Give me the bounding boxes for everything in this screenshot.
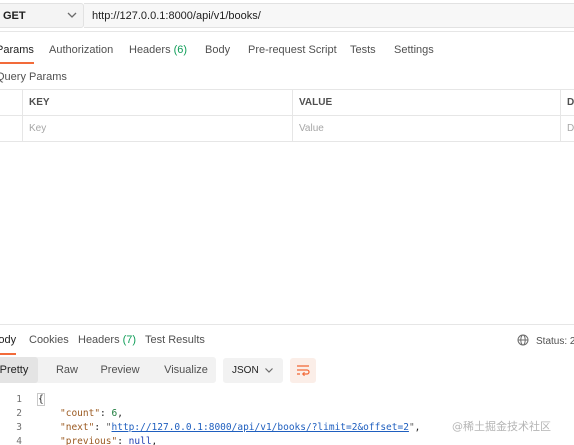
open-brace: { [37, 393, 45, 406]
tab-test-results[interactable]: Test Results [145, 331, 205, 355]
code-line: { [37, 393, 45, 406]
tab-settings[interactable]: Settings [394, 38, 434, 64]
method-select[interactable]: GET [0, 3, 84, 28]
description-input[interactable]: D [560, 116, 574, 142]
request-bar: GET http://127.0.0.1:8000/api/v1/books/ [0, 0, 574, 32]
response-toolbar: Pretty Raw Preview Visualize JSON [0, 357, 574, 385]
tab-response-headers-label: Headers [78, 334, 120, 346]
value-input[interactable]: Value [292, 116, 560, 142]
json-number: 6 [111, 408, 118, 419]
json-link[interactable]: http://127.0.0.1:8000/api/v1/books/?limi… [112, 422, 409, 433]
wrap-lines-icon [297, 365, 310, 377]
headers-count-badge: (6) [173, 44, 188, 56]
query-params-table: KEY VALUE DE Key Value D [0, 89, 574, 142]
view-mode-switch: Pretty Raw Preview Visualize [0, 357, 216, 383]
view-visualize-button[interactable]: Visualize [160, 357, 212, 383]
code-line: "count": 6, [60, 408, 123, 419]
response-status: Status: 2 [517, 334, 574, 347]
view-preview-button[interactable]: Preview [98, 357, 142, 383]
format-select[interactable]: JSON [223, 358, 283, 383]
response-header: Body Cookies Headers (7) Test Results St… [0, 324, 574, 355]
view-pretty-button[interactable]: Pretty [0, 357, 38, 383]
tab-response-headers[interactable]: Headers (7) [78, 331, 136, 355]
column-header-key: KEY [22, 90, 292, 116]
format-label: JSON [232, 365, 259, 376]
method-label: GET [3, 10, 26, 22]
tab-tests[interactable]: Tests [350, 38, 376, 64]
url-input[interactable]: http://127.0.0.1:8000/api/v1/books/ [84, 3, 574, 28]
json-key: "count" [60, 408, 101, 419]
tab-response-body[interactable]: Body [0, 331, 17, 355]
key-input[interactable]: Key [22, 116, 292, 142]
wrap-lines-button[interactable] [290, 358, 316, 383]
status-text: Status: 2 [536, 336, 574, 347]
line-number: 3 [16, 422, 22, 433]
code-line: "previous": null, [60, 436, 158, 445]
table-header-row: KEY VALUE DE [0, 90, 574, 116]
line-number: 2 [16, 408, 22, 419]
column-header-value: VALUE [292, 90, 560, 116]
tab-body[interactable]: Body [205, 38, 230, 64]
query-params-title: Query Params [0, 71, 67, 83]
tab-response-cookies[interactable]: Cookies [29, 331, 69, 355]
chevron-down-icon [265, 368, 273, 373]
view-raw-button[interactable]: Raw [50, 357, 84, 383]
globe-icon [517, 334, 529, 346]
json-key: "previous" [60, 436, 118, 445]
code-line: "next": "http://127.0.0.1:8000/api/v1/bo… [60, 422, 421, 433]
json-null: null [128, 436, 152, 445]
tab-params[interactable]: Params [0, 38, 34, 64]
line-number: 1 [16, 394, 22, 405]
json-key: "next" [60, 422, 95, 433]
line-number: 4 [16, 436, 22, 445]
tab-authorization[interactable]: Authorization [49, 38, 113, 64]
tab-headers[interactable]: Headers (6) [129, 38, 187, 64]
tab-headers-label: Headers [129, 44, 171, 56]
tab-prerequest-script[interactable]: Pre-request Script [248, 38, 337, 64]
watermark-text: @稀土掘金技术社区 [452, 420, 551, 433]
table-row: Key Value D [0, 116, 574, 142]
response-headers-count-badge: (7) [122, 334, 137, 346]
chevron-down-icon [67, 12, 77, 18]
column-header-description: DE [560, 90, 574, 116]
request-tabs: Params Authorization Headers (6) Body Pr… [0, 38, 574, 64]
